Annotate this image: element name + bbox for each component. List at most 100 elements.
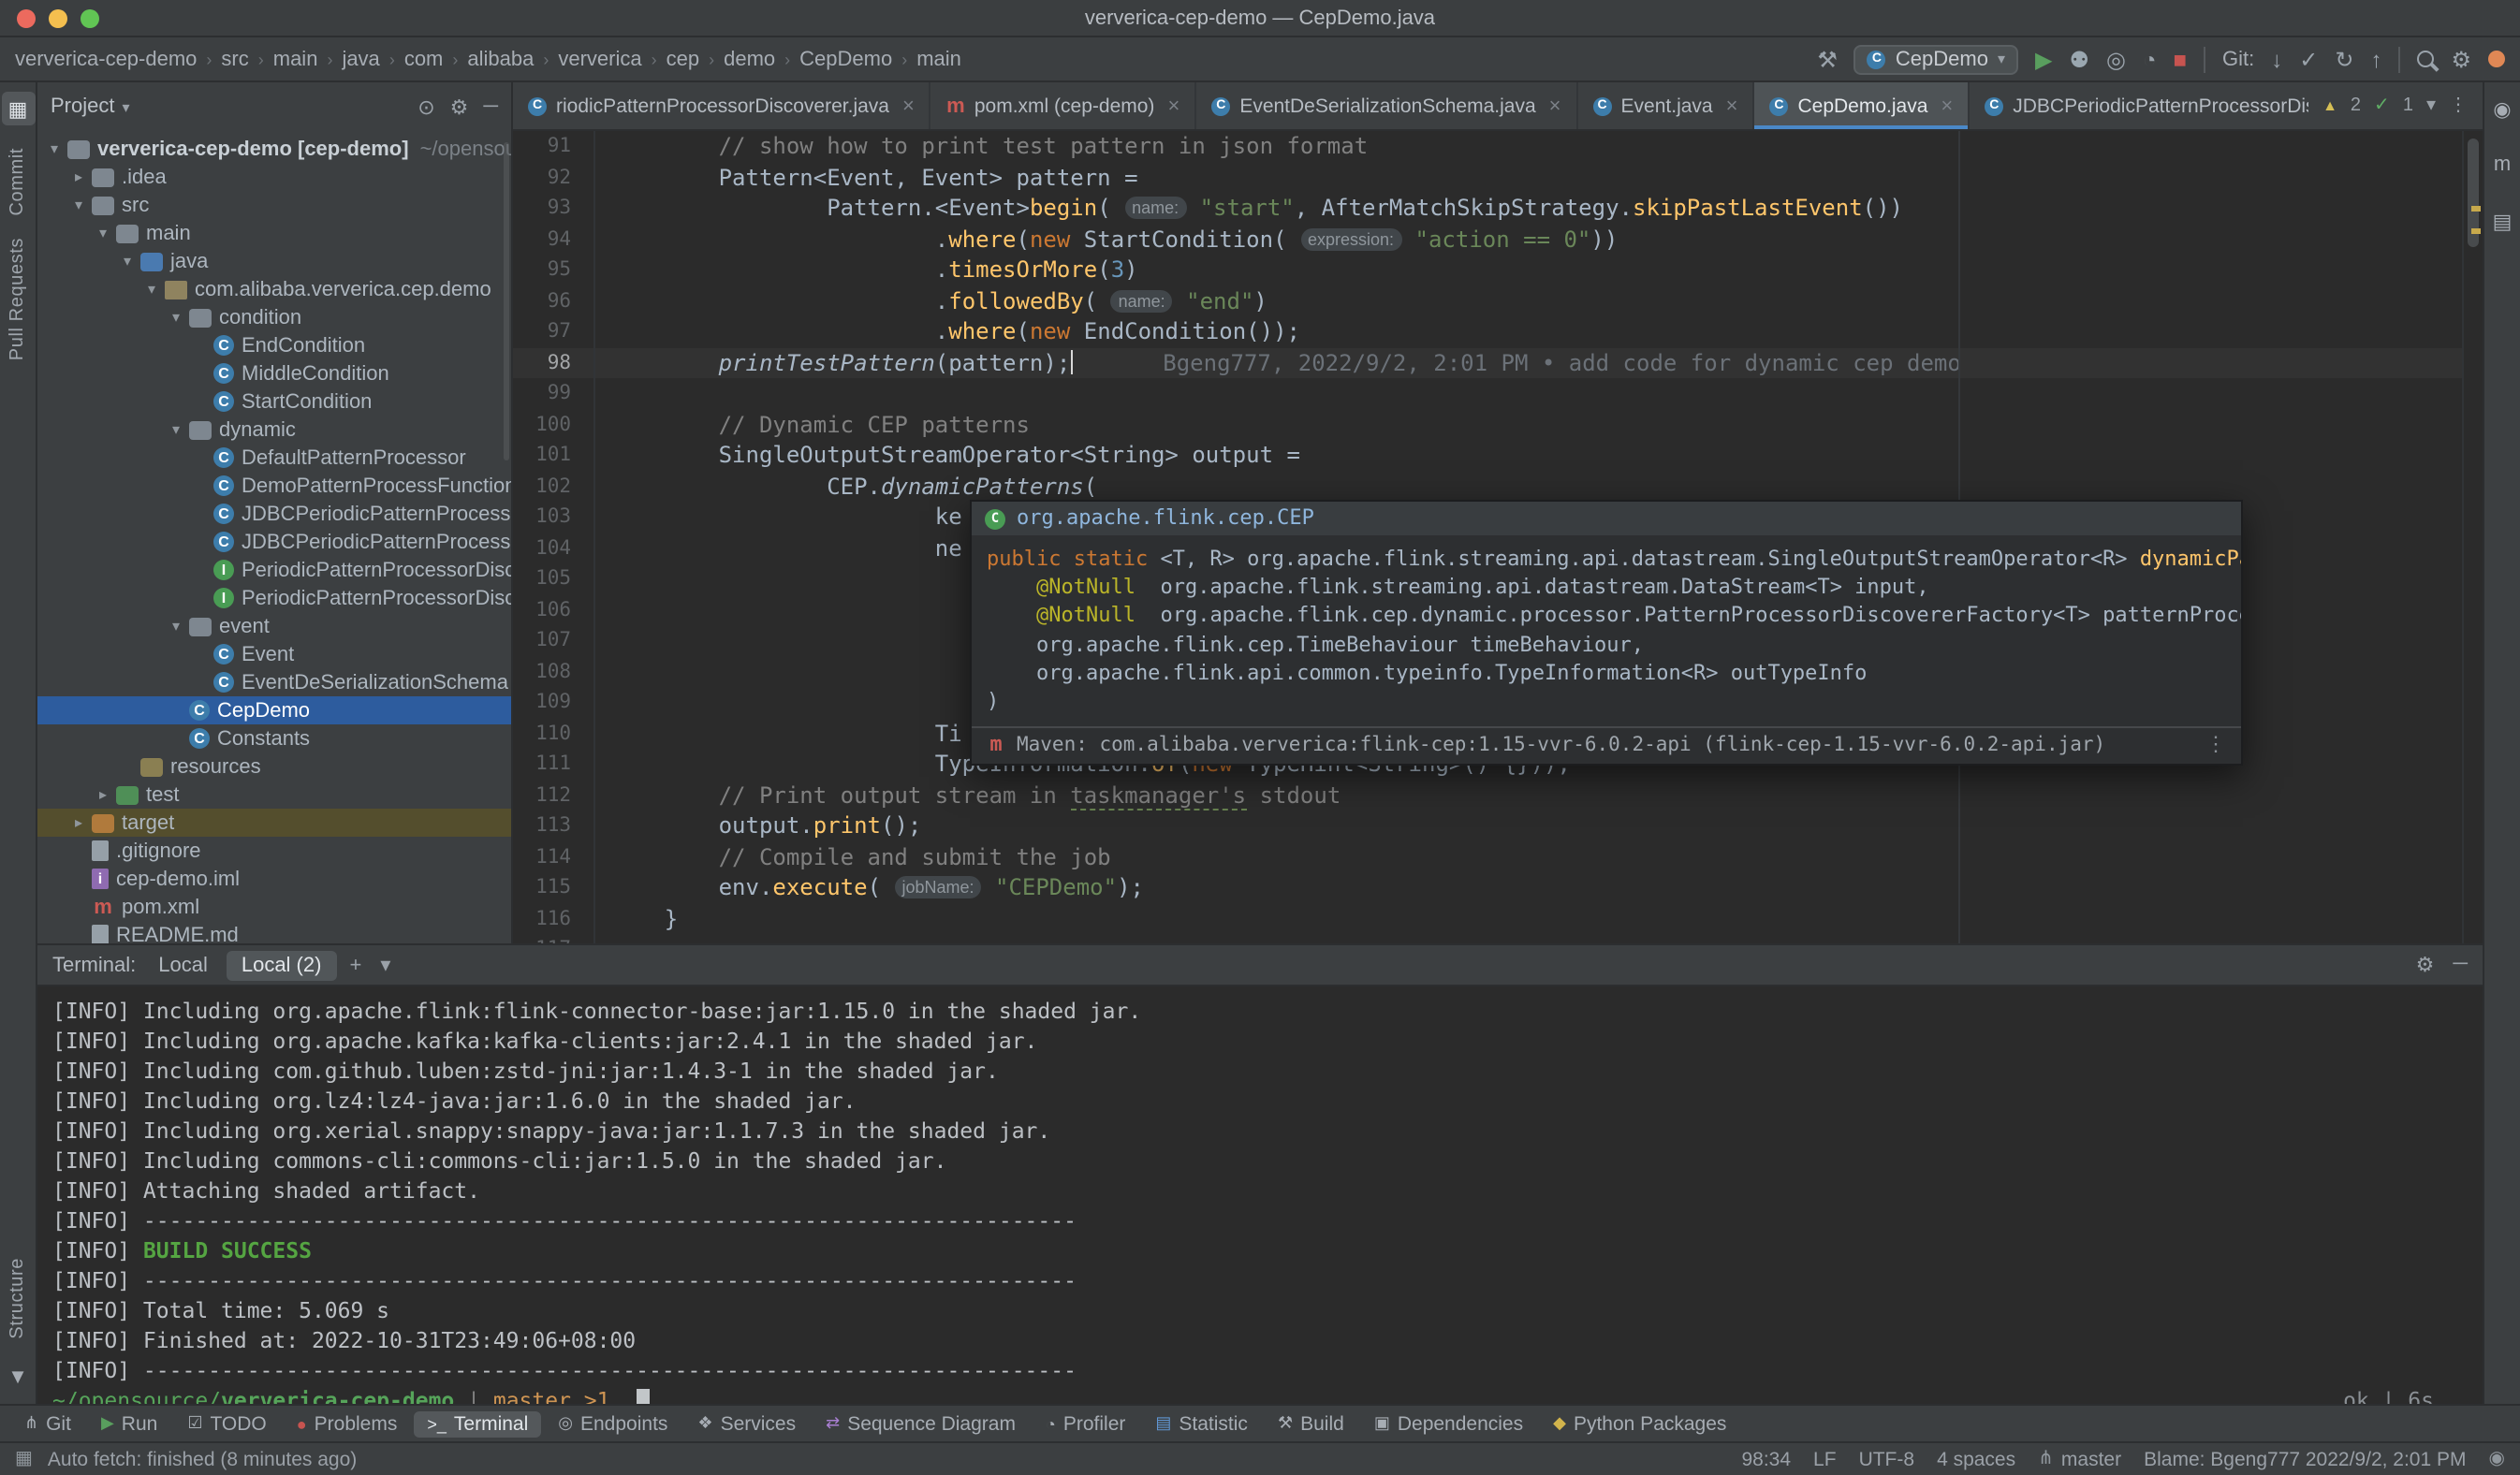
chevron-down-icon[interactable]: ▾ <box>94 225 112 241</box>
warning-stripe-mark[interactable] <box>2471 206 2481 212</box>
chevron-down-icon[interactable]: ▾ <box>2426 95 2436 116</box>
project-tree-item[interactable]: .gitignore <box>37 837 511 865</box>
project-tree-item[interactable]: ▾com.alibaba.ververica.cep.demo <box>37 275 511 303</box>
chevron-down-icon[interactable]: ▾ <box>167 421 185 438</box>
git-blame-status[interactable]: Blame: Bgeng777 2022/9/2, 2:01 PM <box>2144 1448 2466 1470</box>
project-panel-title[interactable]: Project <box>51 95 115 118</box>
hide-panel-icon[interactable]: ─ <box>483 95 498 119</box>
completion-item[interactable]: C org.apache.flink.cep.CEP <box>972 502 2241 535</box>
project-tree-item[interactable]: ▸target <box>37 809 511 837</box>
project-tree-item[interactable]: CEndCondition <box>37 331 511 359</box>
maven-tool-icon[interactable]: m <box>2485 148 2519 182</box>
layers-icon[interactable]: ▤ <box>2485 204 2519 238</box>
terminal-tab[interactable]: Local (2) <box>227 950 337 980</box>
project-tree-item[interactable]: ▾event <box>37 612 511 640</box>
breadcrumb-item[interactable]: src <box>221 48 248 70</box>
search-icon[interactable] <box>2417 51 2434 67</box>
locate-file-icon[interactable]: ⊙ <box>418 95 434 119</box>
project-tree-item[interactable]: CDefaultPatternProcessor <box>37 444 511 472</box>
tool-strip-label-structure[interactable]: Structure <box>7 1257 28 1338</box>
settings-button[interactable]: ⚙ <box>2451 48 2471 70</box>
coverage-button[interactable]: ◎ <box>2106 48 2126 70</box>
chevron-right-icon[interactable]: ▸ <box>69 814 88 831</box>
tool-window-button-problems[interactable]: ●Problems <box>284 1410 411 1437</box>
tool-window-button-endpoints[interactable]: ◎Endpoints <box>545 1410 681 1437</box>
editor-tab[interactable]: mpom.xml (cep-demo)× <box>931 82 1196 129</box>
project-tree-item[interactable]: IPeriodicPatternProcessorDisc <box>37 556 511 584</box>
project-tree-item[interactable]: CJDBCPeriodicPatternProcess <box>37 528 511 556</box>
indent-style[interactable]: 4 spaces <box>1937 1448 2015 1470</box>
breadcrumb-item[interactable]: ververica-cep-demo <box>15 48 197 70</box>
chevron-down-icon[interactable]: ▾ <box>45 140 64 157</box>
tool-strip-label-pull-requests[interactable]: Pull Requests <box>7 239 28 361</box>
tool-window-button-services[interactable]: ❖Services <box>684 1410 809 1437</box>
breadcrumb-item[interactable]: demo <box>724 48 775 70</box>
breadcrumb-item[interactable]: cep <box>667 48 700 70</box>
project-tree-item[interactable]: mpom.xml <box>37 893 511 921</box>
project-tree-item[interactable]: ▸.idea <box>37 163 511 191</box>
zoom-window-button[interactable] <box>81 8 99 27</box>
close-icon[interactable]: × <box>902 95 915 117</box>
chevron-down-icon[interactable]: ▾ <box>69 197 88 213</box>
chevron-down-icon[interactable]: ▾ <box>167 618 185 635</box>
close-window-button[interactable] <box>17 8 36 27</box>
tool-window-button-dependencies[interactable]: ▣Dependencies <box>1361 1410 1536 1437</box>
caret-position[interactable]: 98:34 <box>1741 1448 1791 1470</box>
notifications-icon[interactable]: ◉ <box>2485 92 2519 125</box>
tool-window-button-build[interactable]: ⚒Build <box>1265 1410 1357 1437</box>
debug-button[interactable]: ⚉ <box>2069 48 2089 70</box>
run-config-select[interactable]: CCepDemo▾ <box>1854 44 2018 74</box>
close-icon[interactable]: × <box>1549 95 1561 117</box>
terminal-output[interactable]: [INFO] Including org.apache.flink:flink-… <box>37 986 2483 1404</box>
chevron-right-icon[interactable]: ▸ <box>94 786 112 803</box>
chevron-down-icon[interactable]: ▾ <box>374 953 396 977</box>
editor-tab[interactable]: CEventDeSerializationSchema.java× <box>1196 82 1577 129</box>
project-tree-item[interactable]: CEvent <box>37 640 511 668</box>
tool-window-button-sequence-diagram[interactable]: ⇄Sequence Diagram <box>813 1410 1029 1437</box>
project-tree-item[interactable]: ▾dynamic <box>37 416 511 444</box>
project-tree-item[interactable]: ▾main <box>37 219 511 247</box>
breadcrumb-item[interactable]: main <box>273 48 318 70</box>
breadcrumb-item[interactable]: CepDemo <box>799 48 892 70</box>
stop-button[interactable]: ■ <box>2173 48 2187 70</box>
tool-strip-label-commit[interactable]: Commit <box>7 148 28 216</box>
tool-window-button-python-packages[interactable]: ◆Python Packages <box>1540 1410 1739 1437</box>
file-encoding[interactable]: UTF-8 <box>1859 1448 1915 1470</box>
warning-stripe-mark[interactable] <box>2471 228 2481 234</box>
editor-tab[interactable]: CCepDemo.java× <box>1754 82 1970 129</box>
editor-tab[interactable]: CEvent.java× <box>1578 82 1755 129</box>
tool-window-switcher-icon[interactable]: ▦ <box>15 1449 33 1469</box>
more-icon[interactable]: ⋮ <box>2205 731 2226 762</box>
notifications-icon[interactable]: ◉ <box>2489 1449 2505 1469</box>
git-update-button[interactable]: ↓ <box>2271 48 2282 70</box>
run-button[interactable]: ▶ <box>2035 48 2052 70</box>
terminal-tab[interactable]: Local <box>143 950 223 980</box>
chevron-down-icon[interactable]: ▾ <box>118 253 137 270</box>
close-icon[interactable]: × <box>1726 95 1738 117</box>
new-terminal-session-button[interactable]: + <box>344 954 367 976</box>
close-icon[interactable]: × <box>1941 95 1953 117</box>
close-icon[interactable]: × <box>1167 95 1179 117</box>
project-tree-item[interactable]: CCepDemo <box>37 696 511 724</box>
project-tree-item[interactable]: CMiddleCondition <box>37 359 511 387</box>
breadcrumb-item[interactable]: main <box>916 48 961 70</box>
tool-window-button-todo[interactable]: ☑TODO <box>174 1410 279 1437</box>
more-icon[interactable]: ⋮ <box>2449 95 2468 116</box>
tool-window-button-statistic[interactable]: ▤Statistic <box>1142 1410 1261 1437</box>
chevron-right-icon[interactable]: ▸ <box>69 168 88 185</box>
project-tree-item[interactable]: CEventDeSerializationSchema <box>37 668 511 696</box>
scrollbar[interactable] <box>504 142 509 460</box>
profiler-button[interactable]: ◔ <box>2143 48 2157 70</box>
project-tree-item[interactable]: CStartCondition <box>37 387 511 416</box>
project-tree-item[interactable]: CConstants <box>37 724 511 752</box>
project-tree-item[interactable]: ▾condition <box>37 303 511 331</box>
warning-count[interactable]: 2 <box>2351 95 2361 116</box>
project-tool-button[interactable]: ▦ <box>1 92 35 125</box>
project-tree-item[interactable]: CDemoPatternProcessFunction <box>37 472 511 500</box>
line-separator[interactable]: LF <box>1813 1448 1837 1470</box>
project-tree-item[interactable]: resources <box>37 752 511 781</box>
tool-window-button-profiler[interactable]: ◔Profiler <box>1033 1410 1138 1437</box>
breadcrumb-item[interactable]: java <box>342 48 379 70</box>
tool-window-button-git[interactable]: ⋔Git <box>11 1410 84 1437</box>
notifications-icon[interactable] <box>2488 51 2505 67</box>
